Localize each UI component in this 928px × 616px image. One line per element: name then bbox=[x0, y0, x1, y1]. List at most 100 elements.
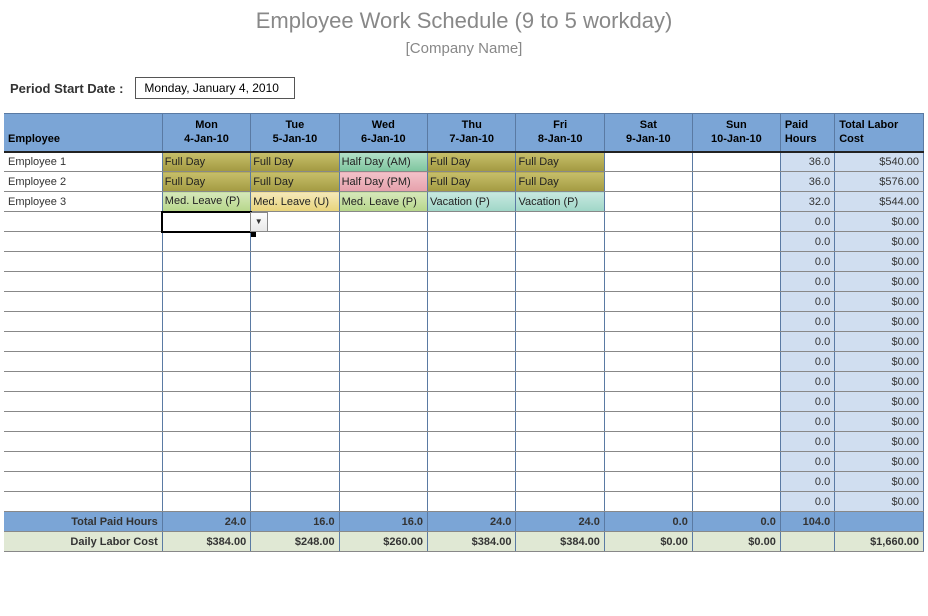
day-cell[interactable] bbox=[692, 192, 780, 212]
employee-cell[interactable]: Employee 3 bbox=[4, 192, 162, 212]
day-cell[interactable]: Full Day bbox=[428, 172, 516, 192]
employee-cell[interactable] bbox=[4, 472, 162, 492]
day-cell[interactable] bbox=[692, 352, 780, 372]
day-cell[interactable] bbox=[251, 332, 339, 352]
day-cell[interactable] bbox=[162, 492, 250, 512]
day-cell[interactable]: Med. Leave (P) bbox=[162, 192, 250, 212]
day-cell[interactable] bbox=[604, 492, 692, 512]
day-cell[interactable] bbox=[516, 332, 604, 352]
period-start-date-input[interactable] bbox=[135, 77, 295, 99]
day-cell[interactable]: Full Day bbox=[162, 152, 250, 172]
day-cell[interactable] bbox=[251, 312, 339, 332]
day-cell[interactable] bbox=[428, 232, 516, 252]
employee-cell[interactable] bbox=[4, 452, 162, 472]
day-cell[interactable] bbox=[339, 392, 427, 412]
day-cell[interactable] bbox=[251, 352, 339, 372]
employee-cell[interactable] bbox=[4, 212, 162, 232]
day-cell[interactable] bbox=[162, 412, 250, 432]
day-cell[interactable]: Full Day bbox=[516, 152, 604, 172]
day-cell[interactable] bbox=[692, 312, 780, 332]
day-cell[interactable] bbox=[339, 292, 427, 312]
day-cell[interactable] bbox=[251, 292, 339, 312]
day-cell[interactable] bbox=[516, 472, 604, 492]
day-cell[interactable] bbox=[604, 292, 692, 312]
day-cell[interactable] bbox=[516, 452, 604, 472]
day-cell[interactable] bbox=[428, 352, 516, 372]
day-cell[interactable] bbox=[516, 312, 604, 332]
day-cell[interactable] bbox=[692, 372, 780, 392]
day-cell[interactable] bbox=[692, 252, 780, 272]
day-cell[interactable] bbox=[604, 432, 692, 452]
day-cell[interactable] bbox=[339, 412, 427, 432]
day-cell[interactable] bbox=[692, 472, 780, 492]
day-cell[interactable] bbox=[339, 352, 427, 372]
day-cell[interactable] bbox=[428, 312, 516, 332]
day-cell[interactable]: Med. Leave (U) bbox=[251, 192, 339, 212]
day-cell[interactable] bbox=[339, 232, 427, 252]
day-cell[interactable] bbox=[251, 232, 339, 252]
day-cell[interactable] bbox=[339, 272, 427, 292]
day-cell[interactable] bbox=[428, 332, 516, 352]
employee-cell[interactable] bbox=[4, 232, 162, 252]
employee-cell[interactable] bbox=[4, 272, 162, 292]
day-cell[interactable] bbox=[251, 472, 339, 492]
employee-cell[interactable] bbox=[4, 292, 162, 312]
day-cell[interactable] bbox=[251, 252, 339, 272]
day-cell[interactable] bbox=[339, 252, 427, 272]
day-cell[interactable] bbox=[339, 332, 427, 352]
day-cell[interactable] bbox=[604, 212, 692, 232]
day-cell[interactable] bbox=[516, 232, 604, 252]
day-cell[interactable] bbox=[162, 292, 250, 312]
day-cell[interactable] bbox=[339, 372, 427, 392]
day-cell[interactable] bbox=[604, 232, 692, 252]
day-cell[interactable] bbox=[692, 392, 780, 412]
day-cell[interactable] bbox=[604, 472, 692, 492]
day-cell[interactable] bbox=[516, 432, 604, 452]
day-cell[interactable] bbox=[516, 372, 604, 392]
day-cell[interactable] bbox=[516, 392, 604, 412]
day-cell[interactable] bbox=[692, 492, 780, 512]
day-cell[interactable]: Med. Leave (P) bbox=[339, 192, 427, 212]
day-cell[interactable] bbox=[692, 432, 780, 452]
day-cell[interactable] bbox=[162, 372, 250, 392]
day-cell[interactable] bbox=[516, 212, 604, 232]
day-cell[interactable] bbox=[692, 412, 780, 432]
day-cell[interactable] bbox=[162, 392, 250, 412]
day-cell[interactable]: Full Day bbox=[516, 172, 604, 192]
day-cell[interactable] bbox=[604, 392, 692, 412]
day-cell[interactable] bbox=[604, 272, 692, 292]
day-cell[interactable] bbox=[251, 372, 339, 392]
day-cell[interactable] bbox=[516, 272, 604, 292]
day-cell[interactable] bbox=[339, 312, 427, 332]
day-cell[interactable] bbox=[162, 252, 250, 272]
day-cell[interactable] bbox=[339, 452, 427, 472]
day-cell[interactable] bbox=[428, 432, 516, 452]
day-cell[interactable]: ▼ bbox=[162, 212, 250, 232]
day-cell[interactable] bbox=[428, 292, 516, 312]
day-cell[interactable] bbox=[604, 332, 692, 352]
day-cell[interactable]: Full Day bbox=[162, 172, 250, 192]
employee-cell[interactable] bbox=[4, 332, 162, 352]
day-cell[interactable] bbox=[251, 392, 339, 412]
day-cell[interactable]: Full Day bbox=[428, 152, 516, 172]
employee-cell[interactable] bbox=[4, 252, 162, 272]
employee-cell[interactable] bbox=[4, 312, 162, 332]
day-cell[interactable] bbox=[692, 332, 780, 352]
day-cell[interactable] bbox=[428, 252, 516, 272]
day-cell[interactable] bbox=[516, 252, 604, 272]
day-cell[interactable] bbox=[162, 272, 250, 292]
day-cell[interactable] bbox=[428, 412, 516, 432]
day-cell[interactable]: Full Day bbox=[251, 172, 339, 192]
day-cell[interactable]: Full Day bbox=[251, 152, 339, 172]
day-cell[interactable] bbox=[516, 492, 604, 512]
day-cell[interactable] bbox=[251, 452, 339, 472]
day-cell[interactable] bbox=[604, 412, 692, 432]
day-cell[interactable] bbox=[428, 272, 516, 292]
day-cell[interactable] bbox=[339, 212, 427, 232]
day-cell[interactable] bbox=[251, 492, 339, 512]
day-cell[interactable] bbox=[339, 432, 427, 452]
employee-cell[interactable] bbox=[4, 432, 162, 452]
day-cell[interactable] bbox=[162, 472, 250, 492]
employee-cell[interactable] bbox=[4, 352, 162, 372]
day-cell[interactable] bbox=[162, 432, 250, 452]
